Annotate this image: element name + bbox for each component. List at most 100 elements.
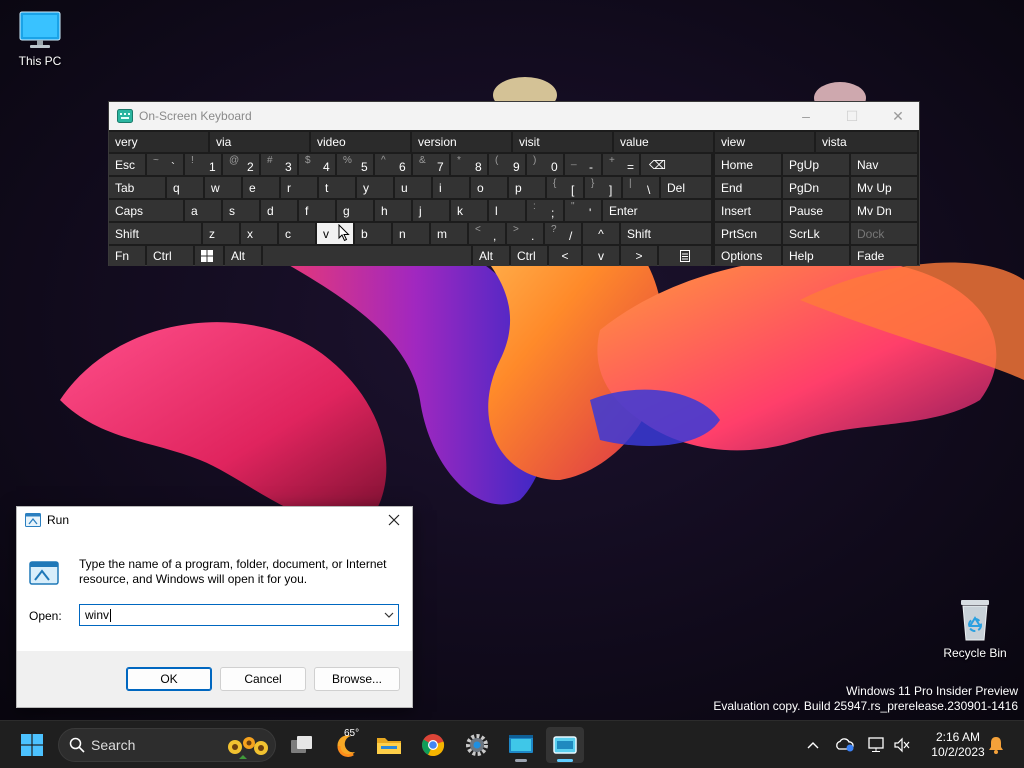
key-help[interactable]: Help bbox=[783, 246, 849, 266]
key-comma[interactable]: <, bbox=[469, 223, 505, 244]
key-slash[interactable]: ? / bbox=[545, 223, 581, 244]
taskbar-task-view[interactable] bbox=[283, 727, 321, 763]
key-fade[interactable]: Fade bbox=[851, 246, 917, 266]
key-w[interactable]: w bbox=[205, 177, 241, 198]
prediction-word[interactable]: video bbox=[311, 132, 410, 152]
key-6[interactable]: ^ 6 bbox=[375, 154, 411, 175]
minimize-button[interactable]: – bbox=[783, 102, 829, 130]
key-ctrl-right[interactable]: Ctrl bbox=[511, 246, 547, 266]
key-i[interactable]: i bbox=[433, 177, 469, 198]
prediction-word[interactable]: view bbox=[715, 132, 814, 152]
key-del[interactable]: Del bbox=[661, 177, 711, 198]
key-semicolon[interactable]: :; bbox=[527, 200, 563, 221]
key-ctrl-left[interactable]: Ctrl bbox=[147, 246, 193, 266]
key-minus[interactable]: _ - bbox=[565, 154, 601, 175]
key-pgup[interactable]: PgUp bbox=[783, 154, 849, 175]
maximize-button[interactable]: ☐ bbox=[829, 102, 875, 130]
key-c[interactable]: c bbox=[279, 223, 315, 244]
key-s[interactable]: s bbox=[223, 200, 259, 221]
key-n[interactable]: n bbox=[393, 223, 429, 244]
taskbar-app-window[interactable] bbox=[502, 727, 540, 763]
key-5[interactable]: % 5 bbox=[337, 154, 373, 175]
key-arrow-right[interactable]: > bbox=[621, 246, 657, 266]
key-arrow-up[interactable]: ^ bbox=[583, 223, 619, 244]
key-arrow-down[interactable]: v bbox=[583, 246, 619, 266]
dropdown-button[interactable] bbox=[380, 605, 398, 625]
key-3[interactable]: #3 bbox=[261, 154, 297, 175]
key-pause[interactable]: Pause bbox=[783, 200, 849, 221]
prediction-word[interactable]: very bbox=[109, 132, 208, 152]
key-d[interactable]: d bbox=[261, 200, 297, 221]
taskbar-settings[interactable] bbox=[458, 727, 496, 763]
key-k[interactable]: k bbox=[451, 200, 487, 221]
key-nav[interactable]: Nav bbox=[851, 154, 917, 175]
key-end[interactable]: End bbox=[715, 177, 781, 198]
cancel-button[interactable]: Cancel bbox=[220, 667, 306, 691]
key-h[interactable]: h bbox=[375, 200, 411, 221]
key-z[interactable]: z bbox=[203, 223, 239, 244]
key-t[interactable]: t bbox=[319, 177, 355, 198]
key-f[interactable]: f bbox=[299, 200, 335, 221]
key-alt-left[interactable]: Alt bbox=[225, 246, 261, 266]
prediction-word[interactable]: via bbox=[210, 132, 309, 152]
key-7[interactable]: & 7 bbox=[413, 154, 449, 175]
open-input[interactable]: winv bbox=[79, 604, 399, 626]
run-titlebar[interactable]: Run bbox=[17, 507, 412, 533]
key-p[interactable]: p bbox=[509, 177, 545, 198]
key-g[interactable]: g bbox=[337, 200, 373, 221]
key-mv-dn[interactable]: Mv Dn bbox=[851, 200, 917, 221]
desktop-icon-this-pc[interactable]: This PC bbox=[0, 10, 80, 68]
key-y[interactable]: y bbox=[357, 177, 393, 198]
key-shift-left[interactable]: Shift bbox=[109, 223, 201, 244]
run-close-button[interactable] bbox=[376, 507, 412, 533]
tray-network[interactable] bbox=[864, 721, 890, 768]
key-arrow-left[interactable]: < bbox=[549, 246, 581, 266]
key-r[interactable]: r bbox=[281, 177, 317, 198]
key-backslash[interactable]: | \ bbox=[623, 177, 659, 198]
key-e[interactable]: e bbox=[243, 177, 279, 198]
key-dock[interactable]: Dock bbox=[851, 223, 917, 244]
key-windows[interactable] bbox=[195, 246, 223, 266]
key-u[interactable]: u bbox=[395, 177, 431, 198]
key-alt-right[interactable]: Alt bbox=[473, 246, 509, 266]
ok-button[interactable]: OK bbox=[126, 667, 212, 691]
key-mv-up[interactable]: Mv Up bbox=[851, 177, 917, 198]
prediction-word[interactable]: vista bbox=[816, 132, 917, 152]
prediction-word[interactable]: version bbox=[412, 132, 511, 152]
key-period[interactable]: >. bbox=[507, 223, 543, 244]
key-enter[interactable]: Enter bbox=[603, 200, 711, 221]
desktop-icon-recycle-bin[interactable]: Recycle Bin bbox=[935, 598, 1015, 660]
key-0[interactable]: ) 0 bbox=[527, 154, 563, 175]
key-8[interactable]: * 8 bbox=[451, 154, 487, 175]
key-insert[interactable]: Insert bbox=[715, 200, 781, 221]
key-m[interactable]: m bbox=[431, 223, 467, 244]
key-2[interactable]: @2 bbox=[223, 154, 259, 175]
start-button[interactable] bbox=[13, 727, 51, 763]
key-backspace[interactable]: ⌫ bbox=[641, 154, 711, 175]
key-home[interactable]: Home bbox=[715, 154, 781, 175]
key-pgdn[interactable]: PgDn bbox=[783, 177, 849, 198]
close-button[interactable]: ✕ bbox=[875, 102, 921, 130]
key-options[interactable]: Options bbox=[715, 246, 781, 266]
key-space[interactable] bbox=[263, 246, 471, 266]
key-a[interactable]: a bbox=[185, 200, 221, 221]
key-j[interactable]: j bbox=[413, 200, 449, 221]
key-tab[interactable]: Tab bbox=[109, 177, 165, 198]
tray-notifications[interactable] bbox=[984, 721, 1008, 768]
key-q[interactable]: q bbox=[167, 177, 203, 198]
browse-button[interactable]: Browse... bbox=[314, 667, 400, 691]
prediction-word[interactable]: visit bbox=[513, 132, 612, 152]
osk-titlebar[interactable]: On-Screen Keyboard – ☐ ✕ bbox=[109, 102, 919, 130]
prediction-word[interactable]: value bbox=[614, 132, 713, 152]
key-menu[interactable] bbox=[659, 246, 711, 266]
taskbar-search[interactable]: Search bbox=[58, 728, 276, 762]
taskbar-chrome[interactable] bbox=[414, 727, 452, 763]
key-backtick[interactable]: ~ ` bbox=[147, 154, 183, 175]
tray-volume[interactable] bbox=[890, 721, 914, 768]
key-1[interactable]: ! 1 bbox=[185, 154, 221, 175]
key-scrlk[interactable]: ScrLk bbox=[783, 223, 849, 244]
key-equals[interactable]: + = bbox=[603, 154, 639, 175]
key-4[interactable]: $4 bbox=[299, 154, 335, 175]
key-quote[interactable]: " ' bbox=[565, 200, 601, 221]
taskbar-file-explorer[interactable] bbox=[370, 727, 408, 763]
